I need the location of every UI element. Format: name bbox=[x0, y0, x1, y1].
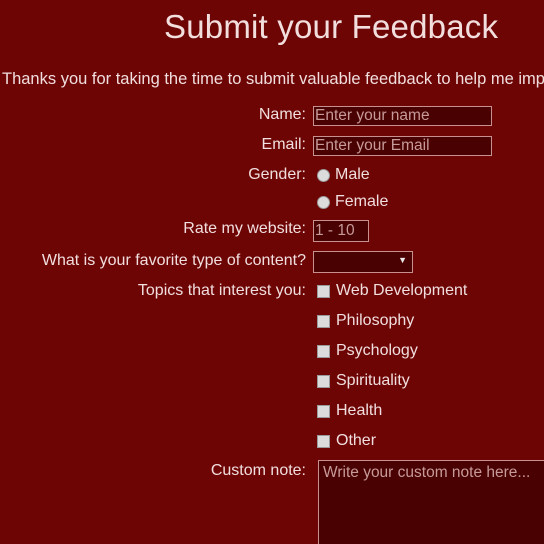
philosophy-checkbox[interactable] bbox=[317, 315, 330, 328]
name-label: Name: bbox=[258, 106, 306, 123]
feedback-page: Submit your Feedback Thanks you for taki… bbox=[0, 0, 544, 544]
gender-option-female[interactable]: Female bbox=[317, 193, 388, 211]
gender-label: Gender: bbox=[248, 166, 306, 183]
topic-option-psychology[interactable]: Psychology bbox=[317, 342, 418, 360]
page-title: Submit your Feedback bbox=[164, 8, 499, 45]
topic-option-philosophy[interactable]: Philosophy bbox=[317, 312, 414, 330]
other-label: Other bbox=[336, 432, 377, 449]
topic-option-other[interactable]: Other bbox=[317, 432, 376, 450]
male-label: Male bbox=[335, 166, 370, 183]
spirituality-label: Spirituality bbox=[336, 372, 410, 389]
male-radio[interactable] bbox=[317, 169, 330, 182]
health-checkbox[interactable] bbox=[317, 405, 330, 418]
spirituality-checkbox[interactable] bbox=[317, 375, 330, 388]
custom-note-textarea[interactable] bbox=[318, 460, 544, 544]
intro-text: Thanks you for taking the time to submit… bbox=[2, 70, 544, 88]
topic-option-web-development[interactable]: Web Development bbox=[317, 282, 467, 300]
rating-label: Rate my website: bbox=[183, 220, 306, 237]
web-development-label: Web Development bbox=[336, 282, 468, 299]
gender-option-male[interactable]: Male bbox=[317, 166, 370, 184]
topic-option-health[interactable]: Health bbox=[317, 402, 382, 420]
female-label: Female bbox=[335, 193, 389, 210]
philosophy-label: Philosophy bbox=[336, 312, 415, 329]
email-input[interactable] bbox=[313, 136, 492, 156]
email-label: Email: bbox=[261, 136, 306, 153]
psychology-label: Psychology bbox=[336, 342, 418, 359]
name-input[interactable] bbox=[313, 106, 492, 126]
custom-note-label: Custom note: bbox=[210, 462, 306, 479]
topics-label: Topics that interest you: bbox=[137, 282, 306, 299]
female-radio[interactable] bbox=[317, 196, 330, 209]
web-development-checkbox[interactable] bbox=[317, 285, 330, 298]
rating-input[interactable] bbox=[313, 220, 369, 242]
topic-option-spirituality[interactable]: Spirituality bbox=[317, 372, 410, 390]
other-checkbox[interactable] bbox=[317, 435, 330, 448]
content-type-label: What is your favorite type of content? bbox=[41, 252, 306, 269]
health-label: Health bbox=[336, 402, 383, 419]
chevron-down-icon: ▼ bbox=[398, 255, 407, 265]
psychology-checkbox[interactable] bbox=[317, 345, 330, 358]
content-type-select[interactable]: ▼ bbox=[313, 251, 413, 273]
